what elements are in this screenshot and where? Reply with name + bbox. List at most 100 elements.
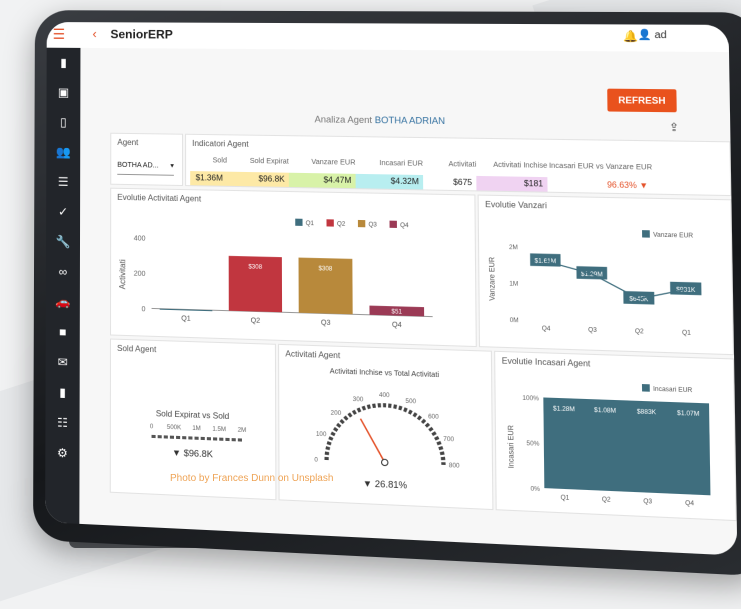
back-icon[interactable]: ‹ <box>92 26 96 41</box>
activitati-chart-title: Evolutie Activitati Agent <box>117 192 202 204</box>
legend-label: Q1 <box>306 221 315 227</box>
user-name: ad <box>654 29 667 42</box>
app-screen: ☰ ‹ SeniorERP 🔔 👤 ad ▮ ▣ ▯ 👥 ☰ ✓ 🔧 ∞ 🚗 ■… <box>45 22 738 556</box>
kpi-value: $181 <box>476 175 548 192</box>
y-tick-label: 2M <box>509 245 518 251</box>
data-label: $883K <box>637 409 656 416</box>
refresh-button[interactable]: REFRESH <box>607 88 677 113</box>
kpi-title: Indicatori Agent <box>192 138 249 149</box>
sidebar-document-icon[interactable]: ▯ <box>46 107 80 137</box>
gauge-tick-label: 700 <box>443 437 455 444</box>
sidebar-users-icon[interactable]: 👥 <box>46 137 80 167</box>
legend-swatch <box>326 219 334 227</box>
gauge-tick-label: 1.5M <box>212 427 226 434</box>
sidebar-check-icon[interactable]: ✓ <box>46 196 80 227</box>
kpi-header: Sold <box>212 157 227 165</box>
photo-credit: Photo by Frances Dunn on Unsplash <box>170 473 334 484</box>
gauge-tick-label: 800 <box>449 463 461 470</box>
chevron-down-icon: ▾ <box>170 162 174 170</box>
kpi-header: Activitati Inchise <box>493 161 548 170</box>
agent-select-value: BOTHA AD... <box>117 161 159 170</box>
kpi-header: Activitati <box>448 161 477 169</box>
kpi-header: Incasari EUR vs Vanzare EUR <box>548 162 653 172</box>
gauge-tick-label: 2M <box>238 428 247 435</box>
gauge-tick-label: 0 <box>150 424 154 430</box>
data-label: $1.28M <box>553 406 575 413</box>
sidebar-link-icon[interactable]: ∞ <box>46 256 80 287</box>
bar-label: $308 <box>248 264 262 271</box>
legend-label: Q4 <box>400 223 409 229</box>
user-menu[interactable]: 👤 ad <box>638 30 667 42</box>
incasari-chart: Incasari EUR 100% 50% 0% Incasari EUR $1.28M Q… <box>508 384 711 508</box>
share-icon[interactable]: ⇪ <box>669 121 679 135</box>
user-icon: 👤 <box>637 29 652 42</box>
gauge-arc <box>326 403 443 465</box>
sidebar-wrench-icon[interactable]: 🔧 <box>46 226 80 257</box>
x-tick-label: Q2 <box>251 317 261 324</box>
x-tick-label: Q1 <box>561 495 571 502</box>
gauge-tick-label: 500K <box>167 425 181 432</box>
sidebar-box-icon[interactable]: ■ <box>46 316 80 347</box>
bell-icon[interactable]: 🔔 <box>623 30 638 44</box>
y-tick-label: 0 <box>142 306 146 313</box>
legend-swatch <box>295 218 303 226</box>
kpi-value: 96.63% ▼ <box>547 177 653 194</box>
legend-label: Vanzare EUR <box>653 232 694 239</box>
data-label: $1.61M <box>535 259 557 266</box>
gauge-tick-label: 400 <box>379 393 390 400</box>
x-tick-label: Q1 <box>682 330 692 337</box>
kpi-panel: Indicatori Agent Sold $1.36M Sold Expirat $… <box>185 133 732 197</box>
page-title-prefix: Analiza Agent <box>314 114 373 126</box>
gauge-tick-label: 200 <box>331 411 342 418</box>
vanzari-chart-title: Evolutie Vanzari <box>485 199 547 211</box>
sidebar-car-icon[interactable]: 🚗 <box>46 286 80 317</box>
kpi-value: $4.32M <box>355 173 424 190</box>
activitati-chart-panel: Evolutie Activitati Agent 400 200 0 Activit… <box>109 187 477 348</box>
menu-icon[interactable]: ☰ <box>53 26 69 42</box>
gauge-track <box>152 436 242 440</box>
bar-label: $0 <box>183 303 191 309</box>
y-axis-label: Activitati <box>118 259 127 289</box>
page-title: Analiza Agent BOTHA ADRIAN <box>315 114 445 126</box>
x-tick-label: Q4 <box>685 501 695 508</box>
gauge-tick-label: 600 <box>428 414 439 421</box>
y-tick-label: 400 <box>134 235 146 242</box>
gauge-subtitle: Sold Expirat vs Sold <box>156 409 229 421</box>
data-label: $1.08M <box>594 408 616 415</box>
sidebar-bar-chart-icon[interactable]: ▮ <box>46 377 80 409</box>
legend-swatch <box>389 220 397 228</box>
agent-name-link[interactable]: BOTHA ADRIAN <box>375 115 445 126</box>
sold-gauge-title: Sold Agent <box>117 343 157 355</box>
gauge-needle <box>360 419 384 463</box>
bar-label: $308 <box>318 266 333 273</box>
x-tick-label: Q4 <box>542 326 552 333</box>
kpi-value: $96.8K <box>226 171 289 187</box>
sidebar-server-icon[interactable]: ☷ <box>45 407 79 439</box>
x-tick-label: Q3 <box>588 327 598 334</box>
legend-swatch <box>641 384 650 392</box>
legend-label: Incasari EUR <box>653 387 693 395</box>
legend-swatch <box>642 230 650 238</box>
y-tick-label: 0% <box>531 486 541 493</box>
activitati-gauge-title: Activitati Agent <box>285 349 341 361</box>
kpi-value: $4.47M <box>288 172 356 189</box>
vanzari-chart-panel: Evolutie Vanzari Vanzare EUR 2M 1M 0M Vanzar… <box>477 194 735 356</box>
kpi-header: Sold Expirat <box>249 157 289 166</box>
kpi-value: $675 <box>423 175 477 191</box>
sidebar-list-icon[interactable]: ☰ <box>46 167 80 198</box>
sidebar-settings-icon[interactable]: ⚙ <box>45 437 79 469</box>
sidebar-mail-icon[interactable]: ✉ <box>46 347 80 378</box>
sidebar-calendar-icon[interactable]: ▣ <box>46 77 80 107</box>
legend-swatch <box>357 219 366 228</box>
gauge-value: ▼ 26.81% <box>363 478 408 490</box>
gauge-hub <box>382 459 388 466</box>
x-tick-label: Q2 <box>602 497 611 504</box>
gauge-tick-label: 1M <box>192 426 201 433</box>
gauge-tick-label: 0 <box>314 457 318 463</box>
agent-select[interactable]: BOTHA AD... ▾ <box>117 157 174 176</box>
sidebar-charts-icon[interactable]: ▮ <box>47 48 81 78</box>
series-line <box>545 261 686 300</box>
y-tick-label: 0M <box>510 318 519 325</box>
kpi-header: Incasari EUR <box>379 159 423 168</box>
x-tick-label: Q3 <box>643 499 653 506</box>
